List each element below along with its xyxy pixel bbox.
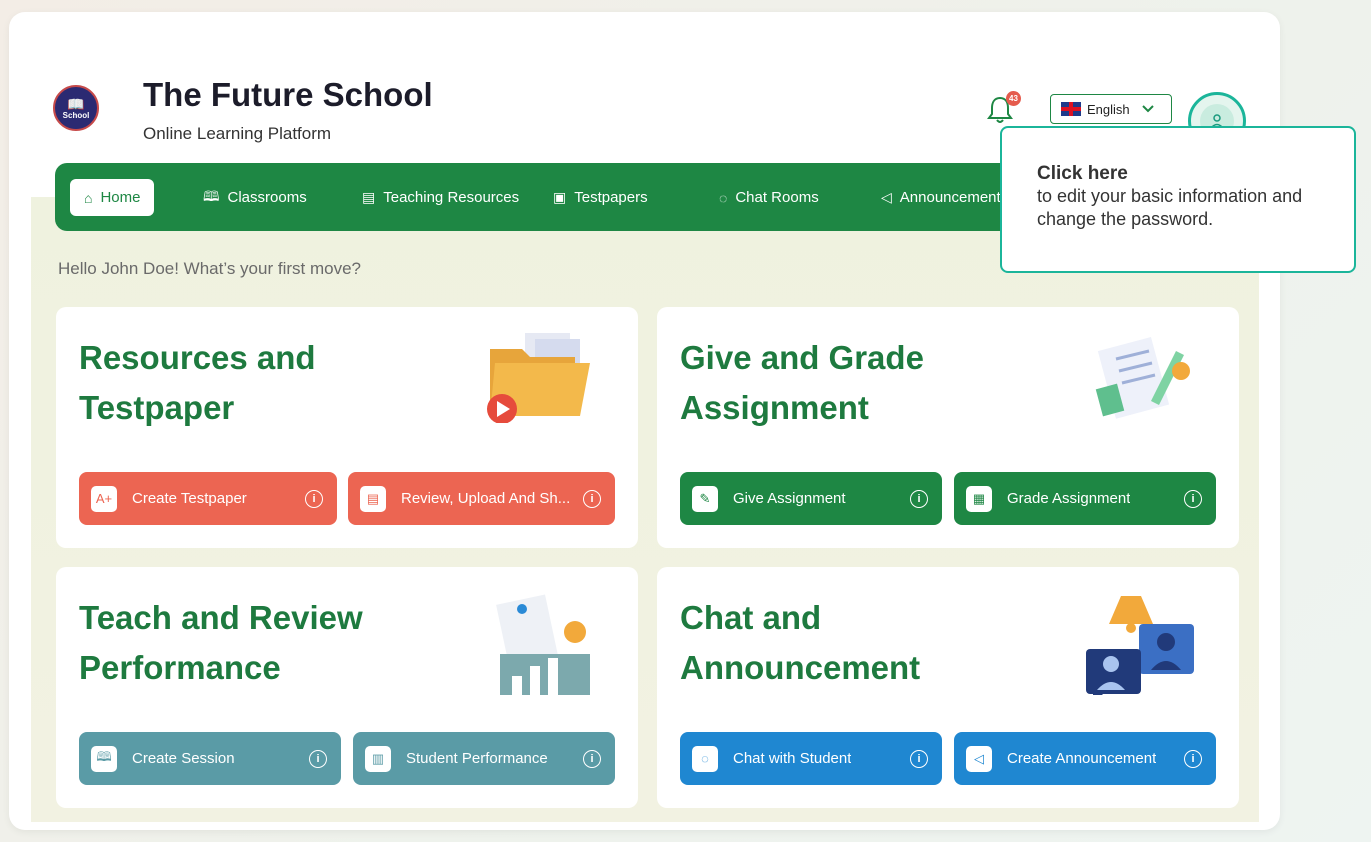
card-title: Give and Grade Assignment <box>680 339 924 426</box>
grade-sheet-icon: ▦ <box>966 485 992 512</box>
card-title: Chat and Announcement <box>680 599 921 686</box>
chat-with-student-button[interactable]: ◌ Chat with Student i <box>680 732 942 785</box>
info-icon[interactable]: i <box>305 489 323 508</box>
book-open-icon: 🕮 <box>203 187 220 204</box>
book-icon: 📖 <box>67 95 85 112</box>
page-title: The Future School <box>143 76 433 113</box>
button-label: Chat with Student <box>733 750 852 767</box>
tooltip-text: to edit your basic information and chang… <box>1037 186 1303 229</box>
card-give-grade-assignment: Give and Grade Assignment ✎ Give Assignm… <box>657 307 1239 548</box>
create-testpaper-button[interactable]: A+ Create Testpaper i <box>79 472 337 525</box>
review-upload-share-button[interactable]: ▤ Review, Upload And Sh... i <box>348 472 615 525</box>
button-label: Grade Assignment <box>1007 490 1131 507</box>
create-announcement-button[interactable]: ◁ Create Announcement i <box>954 732 1216 785</box>
student-performance-button[interactable]: ▥ Student Performance i <box>353 732 615 785</box>
info-icon[interactable]: i <box>583 489 601 508</box>
card-teach-review-performance: Teach and Review Performance 🕮 Create Se… <box>56 567 638 808</box>
tooltip-title: Click here <box>1037 163 1128 184</box>
card-title: Resources and Testpaper <box>79 339 316 426</box>
uk-flag-icon <box>1061 102 1081 116</box>
info-icon[interactable]: i <box>1184 489 1202 508</box>
nav-item-home[interactable]: ⌂ Home <box>70 179 155 216</box>
home-icon: ⌂ <box>84 189 93 206</box>
grade-assignment-button[interactable]: ▦ Grade Assignment i <box>954 472 1216 525</box>
book-icon: 🕮 <box>91 745 117 772</box>
chart-icon: ▥ <box>365 745 391 772</box>
button-label: Give Assignment <box>733 490 846 507</box>
nav-label: Testpapers <box>574 189 648 206</box>
pen-icon: ✎ <box>692 485 718 512</box>
give-assignment-button[interactable]: ✎ Give Assignment i <box>680 472 942 525</box>
profile-tooltip: Click here to edit your basic informatio… <box>1000 126 1356 273</box>
info-icon[interactable]: i <box>309 749 327 768</box>
performance-illustration <box>496 594 590 695</box>
nav-label: Teaching Resources <box>383 189 520 206</box>
testpaper-icon: A+ <box>91 485 117 512</box>
bookmark-icon: ▤ <box>362 189 376 205</box>
folder-illustration <box>487 333 590 423</box>
grade-icon: ▣ <box>553 189 567 205</box>
school-logo[interactable]: 📖 School <box>53 85 99 131</box>
nav-item-chat-rooms[interactable]: ◌ Chat Rooms <box>705 179 833 216</box>
chat-icon: ◌ <box>692 745 718 772</box>
nav-label: Classrooms <box>227 189 307 206</box>
nav-label: Announcement <box>899 189 1001 206</box>
chevron-down-icon <box>1141 105 1154 113</box>
language-label: English <box>1087 101 1130 117</box>
button-label: Create Announcement <box>1007 750 1157 767</box>
info-icon[interactable]: i <box>1184 749 1202 768</box>
nav-item-announcement[interactable]: ◁ Announcement <box>867 179 1015 216</box>
button-label: Student Performance <box>406 750 548 767</box>
button-label: Create Testpaper <box>132 490 247 507</box>
nav-label: Home <box>100 189 141 206</box>
info-icon[interactable]: i <box>910 749 928 768</box>
card-resources-testpaper: Resources and Testpaper A+ Create Testpa… <box>56 307 638 548</box>
language-select[interactable]: English <box>1050 94 1172 124</box>
button-label: Review, Upload And Sh... <box>401 490 571 507</box>
resource-icon: ▤ <box>360 485 386 512</box>
nav-label: Chat Rooms <box>735 189 819 206</box>
chat-bubble-icon: ◌ <box>719 189 728 206</box>
create-session-button[interactable]: 🕮 Create Session i <box>79 732 341 785</box>
logo-text: School <box>62 110 90 120</box>
chat-illustration <box>1086 596 1194 695</box>
page-subtitle: Online Learning Platform <box>143 124 332 143</box>
main-navigation: ⌂ Home 🕮 Classrooms ▤ Teaching Resources… <box>55 163 1055 231</box>
nav-item-classrooms[interactable]: 🕮 Classrooms <box>189 179 321 216</box>
card-chat-announcement: Chat and Announcement ◌ Chat with Studen… <box>657 567 1239 808</box>
assignment-illustration <box>1095 336 1190 419</box>
greeting-text: Hello John Doe! What’s your first move? <box>58 259 361 278</box>
info-icon[interactable]: i <box>910 489 928 508</box>
megaphone-icon: ◁ <box>966 745 992 772</box>
button-label: Create Session <box>132 750 235 767</box>
info-icon[interactable]: i <box>583 749 601 768</box>
nav-item-teaching-resources[interactable]: ▤ Teaching Resources <box>348 179 533 216</box>
notification-badge: 43 <box>1006 91 1021 106</box>
nav-item-testpapers[interactable]: ▣ Testpapers <box>539 179 662 216</box>
card-title: Teach and Review Performance <box>79 599 363 686</box>
megaphone-icon: ◁ <box>881 189 892 205</box>
